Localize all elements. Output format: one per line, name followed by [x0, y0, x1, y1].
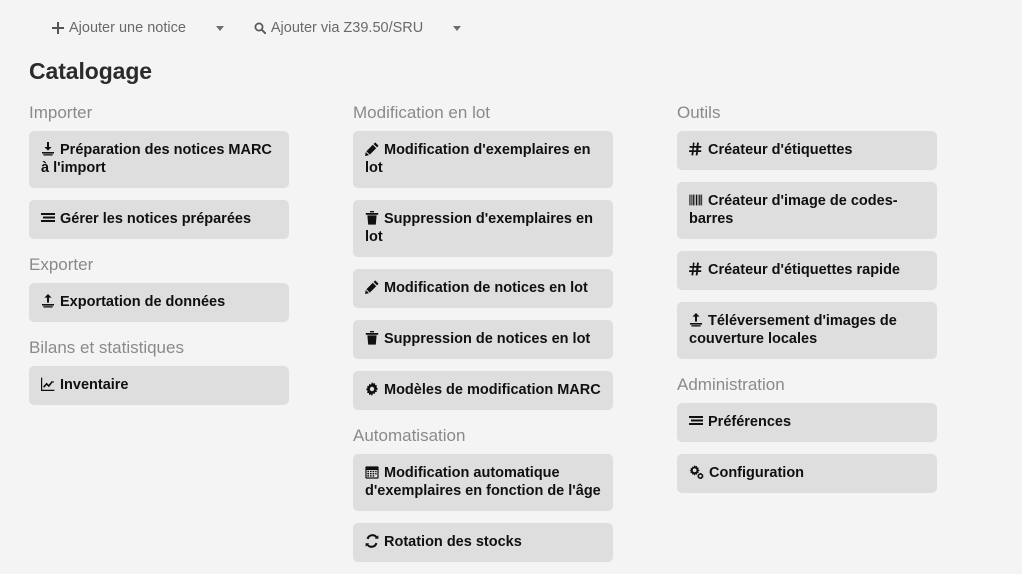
- add-via-z3950-button[interactable]: Ajouter via Z39.50/SRU: [242, 14, 435, 42]
- chevron-down-icon: [215, 25, 224, 31]
- section-heading-outils: Outils: [677, 103, 721, 122]
- card-label: Suppression d'exemplaires en lot: [365, 211, 593, 245]
- card-modeles-modification-marc[interactable]: Modèles de modification MARC: [353, 371, 613, 410]
- trash-icon: [365, 331, 379, 345]
- card-exportation-donnees[interactable]: Exportation de données: [29, 283, 289, 322]
- card-createur-etiquettes[interactable]: Créateur d'étiquettes: [677, 131, 937, 170]
- card-label: Modification automatique d'exemplaires e…: [365, 465, 601, 499]
- card-label: Préparation des notices MARC à l'import: [41, 142, 272, 176]
- upload-icon: [689, 313, 703, 327]
- toolbar-group-add-record: Ajouter une notice: [40, 14, 242, 42]
- column-middle: Modification en lot Modification d'exemp…: [353, 100, 613, 574]
- card-label: Modification d'exemplaires en lot: [365, 142, 591, 176]
- add-record-label: Ajouter une notice: [69, 20, 186, 36]
- card-label: Créateur d'étiquettes rapide: [708, 262, 900, 278]
- section-heading-importer: Importer: [29, 103, 93, 122]
- section-heading-automatisation: Automatisation: [353, 426, 466, 445]
- card-suppression-notices-en-lot[interactable]: Suppression de notices en lot: [353, 320, 613, 359]
- refresh-icon: [365, 534, 379, 548]
- card-label: Téléversement d'images de couverture loc…: [689, 313, 897, 347]
- section-heading-modification-en-lot: Modification en lot: [353, 103, 491, 122]
- catalog-columns: Importer Préparation des notices MARC à …: [0, 86, 1022, 574]
- card-configuration[interactable]: Configuration: [677, 454, 937, 493]
- card-label: Suppression de notices en lot: [384, 331, 591, 347]
- card-createur-etiquettes-rapide[interactable]: Créateur d'étiquettes rapide: [677, 251, 937, 290]
- cogs-icon: [689, 465, 704, 479]
- card-suppression-exemplaires-en-lot[interactable]: Suppression d'exemplaires en lot: [353, 200, 613, 257]
- card-label: Configuration: [709, 465, 805, 481]
- card-label: Créateur d'étiquettes: [708, 142, 853, 158]
- upload-icon: [41, 294, 55, 308]
- list-icon: [689, 414, 703, 428]
- card-label: Préférences: [708, 414, 792, 430]
- section-heading-bilans-statistiques: Bilans et statistiques: [29, 338, 184, 357]
- list-icon: [41, 211, 55, 225]
- page-title: Catalogage: [29, 58, 152, 84]
- card-modification-automatique-exemplaires-age[interactable]: Modification automatique d'exemplaires e…: [353, 454, 613, 511]
- pencil-icon: [365, 280, 379, 294]
- section-heading-administration: Administration: [677, 375, 785, 394]
- hashtag-icon: [689, 262, 703, 276]
- barcode-icon: [689, 193, 703, 207]
- calendar-icon: [365, 465, 379, 479]
- card-rotation-des-stocks[interactable]: Rotation des stocks: [353, 523, 613, 562]
- card-label: Rotation des stocks: [384, 534, 522, 550]
- card-label: Gérer les notices préparées: [60, 211, 252, 227]
- card-label: Créateur d'image de codes-barres: [689, 193, 898, 227]
- section-heading-exporter: Exporter: [29, 255, 94, 274]
- toolbar-group-z3950: Ajouter via Z39.50/SRU: [242, 14, 479, 42]
- column-left: Importer Préparation des notices MARC à …: [29, 100, 289, 574]
- add-via-z3950-label: Ajouter via Z39.50/SRU: [270, 20, 424, 36]
- add-record-button[interactable]: Ajouter une notice: [40, 14, 198, 42]
- search-icon: [254, 22, 266, 34]
- card-televersement-images-couverture[interactable]: Téléversement d'images de couverture loc…: [677, 302, 937, 359]
- trash-icon: [365, 211, 379, 225]
- download-icon: [41, 142, 55, 156]
- plus-icon: [52, 22, 64, 34]
- add-record-dropdown-toggle[interactable]: [198, 20, 242, 37]
- gear-icon: [365, 382, 379, 396]
- card-label: Exportation de données: [60, 294, 226, 310]
- card-label: Inventaire: [60, 377, 129, 393]
- card-createur-image-codes-barres[interactable]: Créateur d'image de codes-barres: [677, 182, 937, 239]
- card-preparation-notices-marc[interactable]: Préparation des notices MARC à l'import: [29, 131, 289, 188]
- pencil-icon: [365, 142, 379, 156]
- hashtag-icon: [689, 142, 703, 156]
- card-modification-notices-en-lot[interactable]: Modification de notices en lot: [353, 269, 613, 308]
- card-modification-exemplaires-en-lot[interactable]: Modification d'exemplaires en lot: [353, 131, 613, 188]
- card-gerer-notices-preparees[interactable]: Gérer les notices préparées: [29, 200, 289, 239]
- card-inventaire[interactable]: Inventaire: [29, 366, 289, 405]
- z3950-dropdown-toggle[interactable]: [435, 20, 479, 37]
- chart-line-icon: [41, 377, 55, 391]
- chevron-down-icon: [453, 25, 462, 31]
- card-preferences[interactable]: Préférences: [677, 403, 937, 442]
- card-label: Modification de notices en lot: [384, 280, 588, 296]
- top-toolbar: Ajouter une notice Ajouter via Z39.50/SR…: [0, 0, 1022, 56]
- card-label: Modèles de modification MARC: [384, 382, 601, 398]
- column-right: Outils Créateur d'étiquettes Créateur d'…: [677, 100, 937, 574]
